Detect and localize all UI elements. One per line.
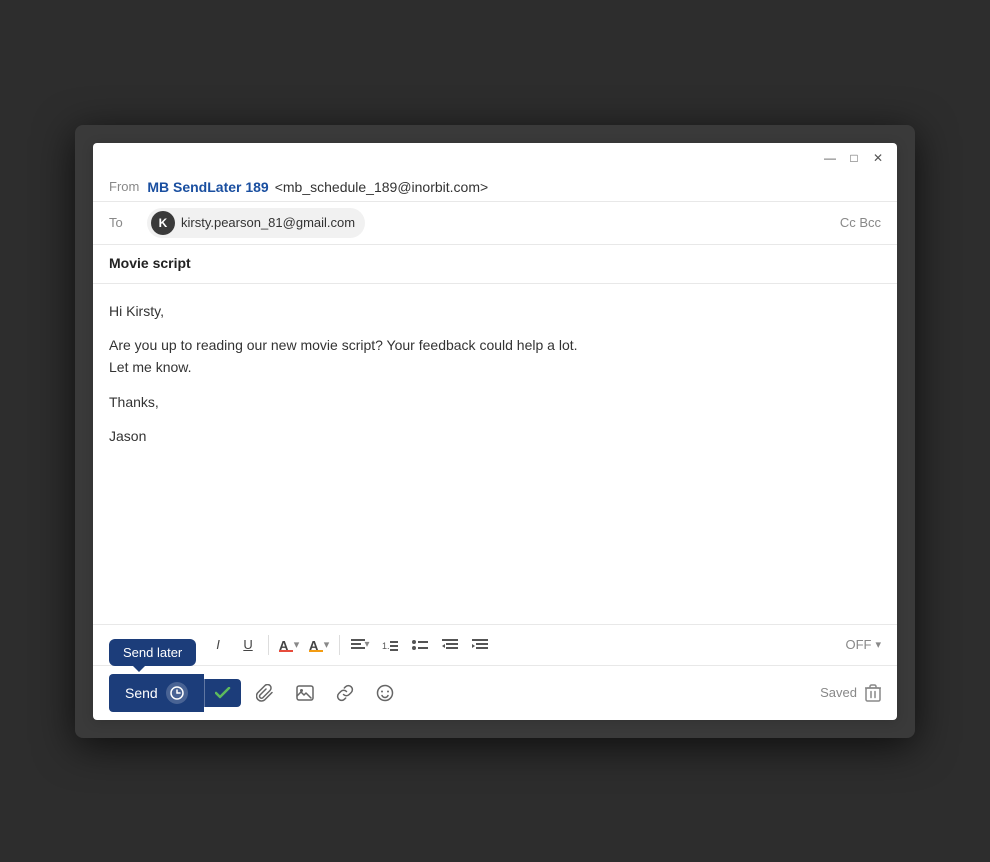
body-greeting: Hi Kirsty, (109, 300, 881, 322)
recipient-chip: K kirsty.pearson_81@gmail.com (147, 208, 365, 238)
text-color-button[interactable]: A ▾ (275, 631, 303, 659)
attach-file-button[interactable] (249, 677, 281, 709)
email-body[interactable]: Hi Kirsty, Are you up to reading our new… (93, 284, 897, 624)
cc-bcc-button[interactable]: Cc Bcc (840, 215, 881, 230)
sender-email: <mb_schedule_189@inorbit.com> (275, 179, 488, 195)
svg-text:1.: 1. (382, 641, 390, 651)
title-bar: — □ ✕ (93, 143, 897, 173)
underline-button[interactable]: U (234, 631, 262, 659)
body-signature: Jason (109, 425, 881, 447)
decrease-indent-button[interactable] (436, 631, 464, 659)
insert-link-button[interactable] (329, 677, 361, 709)
window-wrapper: — □ ✕ From MB SendLater 189 <mb_schedule… (75, 125, 915, 738)
close-button[interactable]: ✕ (871, 151, 885, 165)
unordered-list-button[interactable] (406, 631, 434, 659)
body-thanks: Thanks, (109, 391, 881, 413)
toolbar-divider-2 (339, 635, 340, 655)
italic-button[interactable]: I (204, 631, 232, 659)
avatar: K (151, 211, 175, 235)
from-label: From (109, 179, 139, 194)
formatting-toolbar: Arial 10 ▾ B I U A ▾ A (93, 624, 897, 665)
clock-icon (166, 682, 188, 704)
recipient-email: kirsty.pearson_81@gmail.com (181, 215, 355, 230)
action-bar: Send later Send (93, 665, 897, 720)
maximize-button[interactable]: □ (847, 151, 861, 165)
font-size-selector[interactable]: 10 ▾ (141, 637, 164, 653)
delete-button[interactable] (865, 684, 881, 702)
off-toggle[interactable]: OFF ▾ (845, 637, 881, 652)
align-button[interactable]: ▾ (346, 631, 374, 659)
insert-image-button[interactable] (289, 677, 321, 709)
from-row: From MB SendLater 189 <mb_schedule_189@i… (93, 173, 897, 202)
send-check-button[interactable] (204, 679, 241, 707)
send-button[interactable]: Send (109, 674, 204, 712)
to-label: To (109, 215, 139, 230)
to-row: To K kirsty.pearson_81@gmail.com Cc Bcc (93, 202, 897, 245)
insert-emoji-button[interactable] (369, 677, 401, 709)
subject-text: Movie script (109, 255, 191, 271)
saved-status: Saved (820, 684, 881, 702)
font-selector[interactable]: Arial (109, 637, 135, 652)
increase-indent-button[interactable] (466, 631, 494, 659)
body-main: Are you up to reading our new movie scri… (109, 334, 881, 379)
bold-button[interactable]: B (174, 631, 202, 659)
toolbar-divider-1 (268, 635, 269, 655)
svg-text:A: A (309, 638, 319, 652)
subject-row: Movie script (93, 245, 897, 284)
ordered-list-button[interactable]: 1. (376, 631, 404, 659)
highlight-color-button[interactable]: A ▾ (305, 631, 333, 659)
svg-text:A: A (279, 638, 289, 652)
title-bar-controls: — □ ✕ (823, 151, 885, 165)
sender-name: MB SendLater 189 (147, 179, 268, 195)
send-group: Send later Send (109, 674, 241, 712)
minimize-button[interactable]: — (823, 151, 837, 165)
compose-window: — □ ✕ From MB SendLater 189 <mb_schedule… (93, 143, 897, 720)
